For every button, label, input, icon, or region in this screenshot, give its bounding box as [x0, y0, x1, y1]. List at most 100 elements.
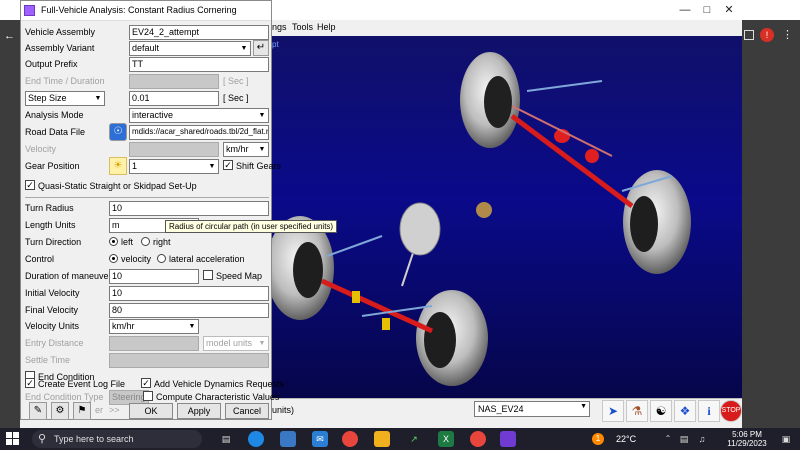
info-icon[interactable]: i: [698, 400, 720, 422]
windows-start-icon[interactable]: [6, 432, 20, 446]
output-prefix-row: Output Prefix TT: [25, 57, 269, 73]
turn-direction-row: Turn Direction left right: [25, 235, 269, 251]
quasi-static-label: Quasi-Static Straight or Skidpad Set-Up: [38, 181, 197, 191]
adams-car-icon[interactable]: [500, 431, 516, 447]
final-velocity-label: Final Velocity: [25, 305, 79, 315]
excel-icon[interactable]: X: [438, 431, 454, 447]
network-icon[interactable]: ▤: [676, 431, 692, 447]
enter-return-icon[interactable]: ↵: [253, 40, 269, 56]
chart-app-icon[interactable]: ↗: [406, 431, 422, 447]
road-data-file-field[interactable]: mdids://acar_shared/roads.tbl/2d_flat.rd…: [129, 125, 269, 140]
alert-icon[interactable]: !: [760, 28, 774, 42]
menu-tools[interactable]: Tools: [292, 22, 313, 32]
file-explorer-icon[interactable]: [374, 431, 390, 447]
flask-icon[interactable]: ⚗: [626, 400, 648, 422]
step-size-field[interactable]: 0.01: [129, 91, 219, 106]
step-size-select[interactable]: Step Size ▼: [25, 91, 105, 106]
units-status-text: units): [272, 405, 295, 415]
assembly-variant-select[interactable]: default ▼: [129, 41, 251, 56]
model-tree-icon[interactable]: ☯: [650, 400, 672, 422]
assembly-variant-value: default: [132, 43, 160, 53]
model-select[interactable]: NAS_EV24 ▼: [474, 401, 590, 417]
quasi-static-checkbox[interactable]: ✓: [25, 180, 35, 190]
tab-icon[interactable]: [744, 30, 754, 40]
road-data-file-row: Road Data File ☉ mdids://acar_shared/roa…: [25, 123, 269, 141]
back-arrow-icon[interactable]: ←: [4, 30, 15, 42]
turn-left-radio[interactable]: [109, 237, 118, 246]
velocity-unit-select[interactable]: km/hr ▼: [223, 142, 269, 157]
analysis-mode-select[interactable]: interactive ▼: [129, 108, 269, 123]
length-units-label: Length Units: [25, 220, 76, 230]
entry-distance-unit-value: model units: [206, 338, 253, 348]
duration-field[interactable]: 10: [109, 269, 199, 284]
menu-settings-partial[interactable]: ngs: [272, 22, 287, 32]
cancel-button[interactable]: Cancel: [225, 403, 269, 419]
weather-badge[interactable]: 1: [592, 433, 604, 445]
task-view-icon[interactable]: ▤: [218, 431, 234, 447]
turn-right-radio[interactable]: [141, 237, 150, 246]
add-vehicle-dynamics-checkbox[interactable]: ✓: [141, 378, 151, 388]
close-icon[interactable]: ✕: [718, 2, 740, 18]
apply-button[interactable]: Apply: [177, 403, 221, 419]
volume-icon[interactable]: ♫: [694, 431, 710, 447]
vehicle-model-render: [272, 52, 691, 386]
weather-temperature[interactable]: 22°C: [616, 434, 636, 444]
control-velocity-radio[interactable]: [109, 254, 118, 263]
vehicle-assembly-field[interactable]: EV24_2_attempt: [129, 25, 269, 40]
more-menu-icon[interactable]: ⋮: [782, 28, 793, 41]
velocity-units-row: Velocity Units km/hr ▼: [25, 319, 269, 335]
turn-radius-row: Turn Radius 10: [25, 201, 269, 217]
compass-icon[interactable]: ❖: [674, 400, 696, 422]
create-event-log-checkbox[interactable]: ✓: [25, 378, 35, 388]
vehicle-assembly-row: Vehicle Assembly EV24_2_attempt: [25, 25, 269, 41]
road-browser-icon[interactable]: ☉: [109, 123, 127, 141]
initial-velocity-field[interactable]: 10: [109, 286, 269, 301]
final-velocity-field[interactable]: 80: [109, 303, 269, 318]
menu-help[interactable]: Help: [317, 22, 336, 32]
store-icon[interactable]: [280, 431, 296, 447]
tray-chevron-icon[interactable]: ⌃: [660, 431, 676, 447]
turn-direction-label: Turn Direction: [25, 237, 82, 247]
control-velocity-label: velocity: [121, 254, 152, 264]
mail-icon[interactable]: ✉: [312, 431, 328, 447]
control-row: Control velocity lateral acceleration: [25, 252, 269, 268]
dialog-title: Full-Vehicle Analysis: Constant Radius C…: [41, 5, 237, 15]
taskbar-search-box[interactable]: ⚲ Type here to search: [32, 430, 202, 448]
notifications-icon[interactable]: ▣: [778, 431, 794, 447]
chrome-profile-icon[interactable]: [470, 431, 486, 447]
gear-position-select[interactable]: 1 ▼: [129, 159, 219, 174]
velocity-units-select[interactable]: km/hr ▼: [109, 319, 199, 334]
analysis-mode-label: Analysis Mode: [25, 110, 84, 120]
chrome-icon[interactable]: [342, 431, 358, 447]
driver-icon[interactable]: ⚑: [73, 402, 91, 420]
lightbulb-icon[interactable]: ☀: [109, 157, 127, 175]
compute-characteristic-label: Compute Characteristic Values: [156, 392, 280, 402]
select-cursor-icon[interactable]: ➤: [602, 400, 624, 422]
chevron-down-icon: ▼: [258, 340, 266, 347]
settle-time-label: Settle Time: [25, 355, 71, 365]
turn-radius-field[interactable]: 10: [109, 201, 269, 216]
entry-distance-field: [109, 336, 199, 351]
velocity-units-value: km/hr: [112, 321, 135, 331]
edge-browser-icon[interactable]: [248, 431, 264, 447]
speed-map-checkbox[interactable]: [203, 270, 213, 280]
system-clock[interactable]: 5:06 PM 11/29/2023: [722, 430, 772, 448]
ok-button[interactable]: OK: [129, 403, 173, 419]
compute-characteristic-checkbox[interactable]: [143, 391, 153, 401]
minimize-icon[interactable]: —: [674, 2, 696, 18]
more-options-button[interactable]: >>: [109, 405, 120, 415]
control-lateral-radio[interactable]: [157, 254, 166, 263]
3d-viewport[interactable]: pt: [272, 36, 742, 398]
output-prefix-field[interactable]: TT: [129, 57, 269, 72]
windows-taskbar: ⚲ Type here to search ▤ ✉ ↗ X 1 22°C ⌃ ▤…: [0, 428, 800, 450]
stop-icon[interactable]: STOP: [720, 400, 742, 422]
maximize-icon[interactable]: □: [696, 2, 718, 18]
control-lateral-label: lateral acceleration: [169, 254, 245, 264]
gear-position-label: Gear Position: [25, 161, 80, 171]
vehicle-icon[interactable]: ⚙: [51, 402, 69, 420]
end-time-label: End Time / Duration: [25, 76, 105, 86]
shift-gears-checkbox[interactable]: ✓: [223, 160, 233, 170]
final-velocity-row: Final Velocity 80: [25, 303, 269, 319]
edit-document-icon[interactable]: ✎: [29, 402, 47, 420]
analysis-mode-row: Analysis Mode interactive ▼: [25, 108, 269, 124]
